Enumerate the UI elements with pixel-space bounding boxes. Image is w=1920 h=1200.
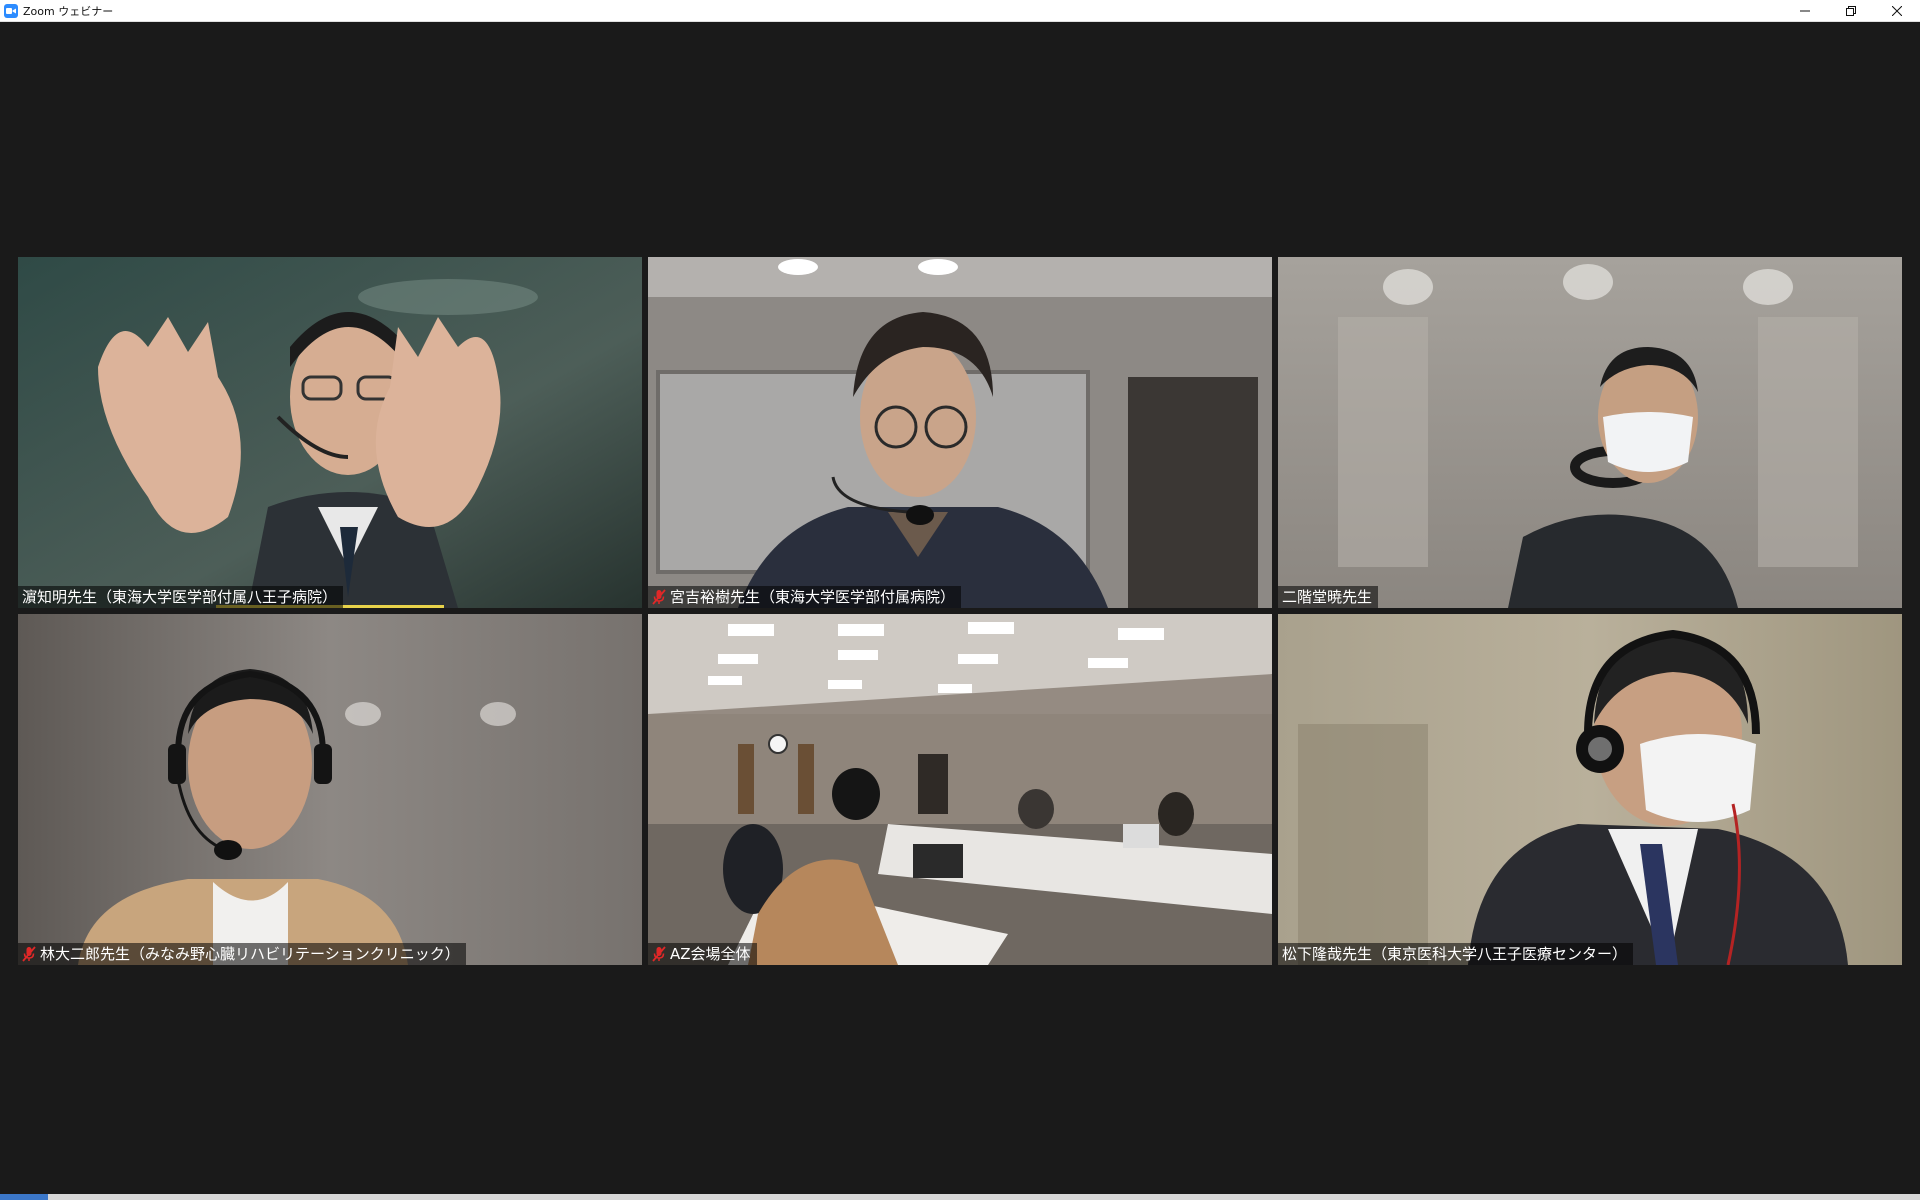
participant-name-tag: 松下隆哉先生（東京医科大学八王子医療センター）	[1278, 943, 1634, 965]
participant-video	[648, 614, 1272, 965]
participant-name: 林大二郎先生（みなみ野心臓リハビリテーションクリニック）	[40, 945, 460, 963]
participant-name: AZ会場全体	[670, 945, 751, 963]
microphone-muted-icon	[22, 946, 36, 962]
video-tile[interactable]: 二階堂暁先生	[1278, 257, 1902, 608]
close-icon	[1892, 6, 1902, 16]
participant-name: 宮吉裕樹先生（東海大学医学部付属病院）	[670, 588, 956, 606]
minimize-icon	[1800, 10, 1810, 12]
restore-icon	[1846, 6, 1856, 16]
participant-name: 二階堂暁先生	[1282, 588, 1373, 606]
microphone-muted-icon	[652, 946, 666, 962]
participant-name-tag: 濵知明先生（東海大学医学部付属八王子病院）	[18, 586, 344, 608]
taskbar-strip	[0, 1194, 1920, 1200]
video-tile[interactable]: 林大二郎先生（みなみ野心臓リハビリテーションクリニック）	[18, 614, 642, 965]
zoom-camera-icon	[4, 3, 18, 18]
participant-name: 濵知明先生（東海大学医学部付属八王子病院）	[22, 588, 338, 606]
participant-video	[1278, 257, 1902, 608]
restore-button[interactable]	[1828, 0, 1874, 22]
participant-name: 松下隆哉先生（東京医科大学八王子医療センター）	[1282, 945, 1628, 963]
participant-name-tag: 宮吉裕樹先生（東海大学医学部付属病院）	[648, 586, 962, 608]
window-title: Zoom ウェビナー	[23, 4, 114, 18]
participant-video	[18, 257, 642, 608]
participant-name-tag: 二階堂暁先生	[1278, 586, 1379, 608]
participant-video	[18, 614, 642, 965]
close-button[interactable]	[1874, 0, 1920, 22]
participant-name-tag: AZ会場全体	[648, 943, 757, 965]
video-tile[interactable]: 濵知明先生（東海大学医学部付属八王子病院）	[18, 257, 642, 608]
window-controls	[1782, 0, 1920, 22]
video-tile[interactable]: AZ会場全体	[648, 614, 1272, 965]
window-titlebar: Zoom ウェビナー	[0, 0, 1920, 22]
participant-video	[1278, 614, 1902, 965]
minimize-button[interactable]	[1782, 0, 1828, 22]
participant-video	[648, 257, 1272, 608]
video-gallery: 濵知明先生（東海大学医学部付属八王子病院） 宮吉裕樹先生（東海大学医学部付属病院…	[0, 22, 1920, 1194]
participant-name-tag: 林大二郎先生（みなみ野心臓リハビリテーションクリニック）	[18, 943, 466, 965]
microphone-muted-icon	[652, 589, 666, 605]
video-tile[interactable]: 宮吉裕樹先生（東海大学医学部付属病院）	[648, 257, 1272, 608]
video-tile[interactable]: 松下隆哉先生（東京医科大学八王子医療センター）	[1278, 614, 1902, 965]
